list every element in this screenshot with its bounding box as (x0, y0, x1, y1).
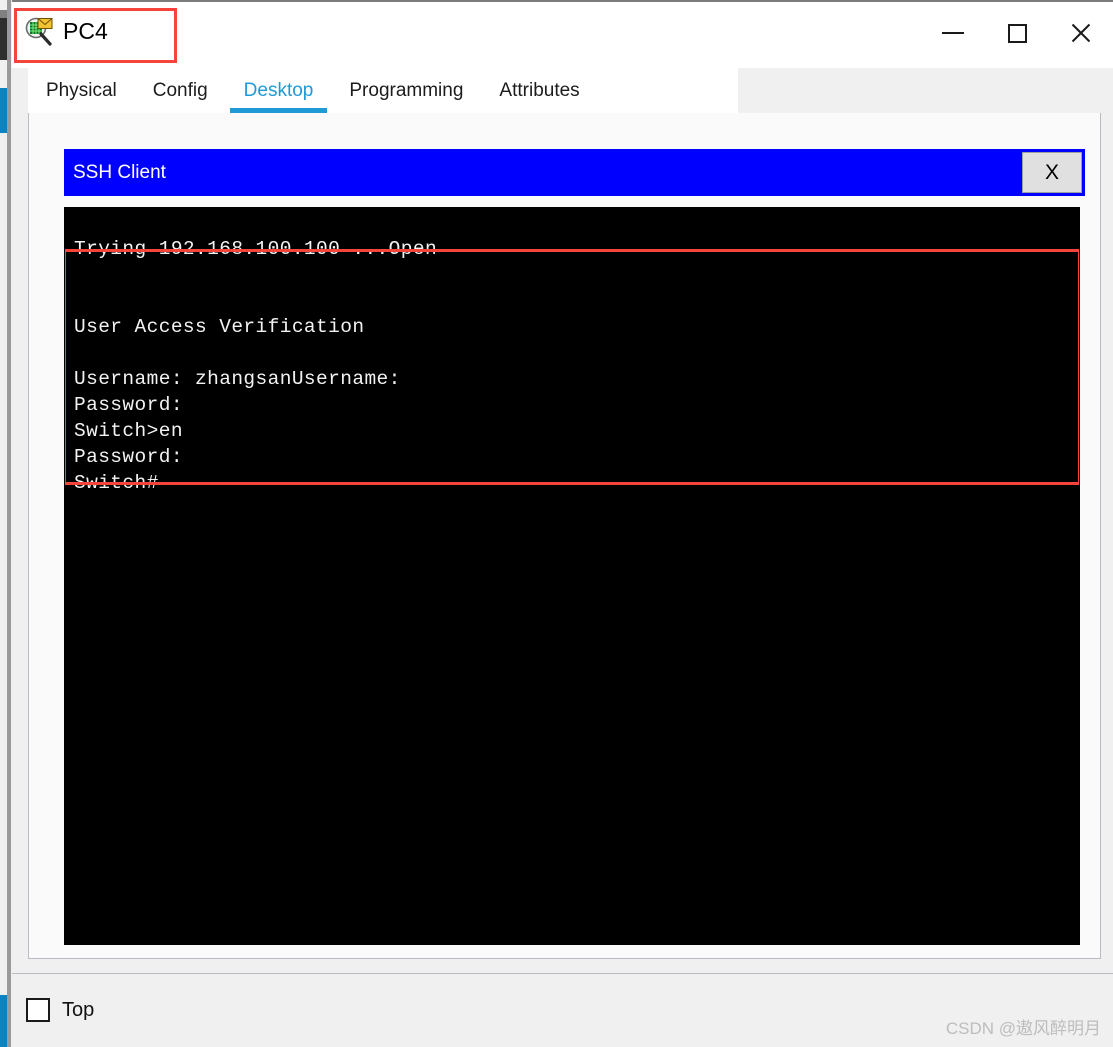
window-controls (921, 2, 1113, 64)
maximize-icon (1007, 23, 1027, 43)
ssh-client-close-button[interactable]: X (1022, 152, 1082, 193)
window-titlebar: PC4 (12, 2, 1113, 68)
tab-desktop[interactable]: Desktop (226, 68, 332, 113)
window-title: PC4 (63, 18, 108, 44)
ssh-client-window: SSH Client X Trying 192.168.100.100 ...O… (64, 149, 1085, 945)
ssh-terminal[interactable]: Trying 192.168.100.100 ...Open User Acce… (64, 207, 1080, 945)
tab-bar: Physical Config Desktop Programming Attr… (28, 68, 738, 113)
top-checkbox-group[interactable]: Top (26, 998, 94, 1022)
packet-tracer-inspect-icon (24, 16, 54, 46)
minimize-button[interactable] (921, 2, 985, 64)
background-strip-divider (7, 0, 11, 1047)
application-root: PC4 Physical Config Desktop Programming … (0, 0, 1113, 1047)
maximize-button[interactable] (985, 2, 1049, 64)
top-checkbox[interactable] (26, 998, 50, 1022)
window-title-group: PC4 (24, 16, 108, 46)
top-checkbox-label: Top (62, 998, 95, 1021)
desktop-panel: SSH Client X Trying 192.168.100.100 ...O… (28, 113, 1101, 959)
close-icon (1069, 21, 1093, 45)
tab-attributes[interactable]: Attributes (481, 68, 597, 113)
watermark: CSDN @遨风醉明月 (945, 1019, 1101, 1038)
ssh-client-titlebar: SSH Client X (64, 149, 1085, 196)
tab-programming[interactable]: Programming (331, 68, 481, 113)
background-window-strip (0, 0, 12, 1047)
device-window: PC4 Physical Config Desktop Programming … (12, 0, 1113, 1047)
tab-config[interactable]: Config (135, 68, 226, 113)
ssh-client-title: SSH Client (73, 161, 166, 183)
window-footer: Top CSDN @遨风醉明月 (12, 973, 1113, 1047)
minimize-icon (942, 32, 964, 34)
background-strip-tick (0, 10, 7, 18)
tab-physical[interactable]: Physical (28, 68, 135, 113)
close-button[interactable] (1049, 2, 1113, 64)
ssh-terminal-output: Trying 192.168.100.100 ...Open User Acce… (74, 237, 438, 494)
